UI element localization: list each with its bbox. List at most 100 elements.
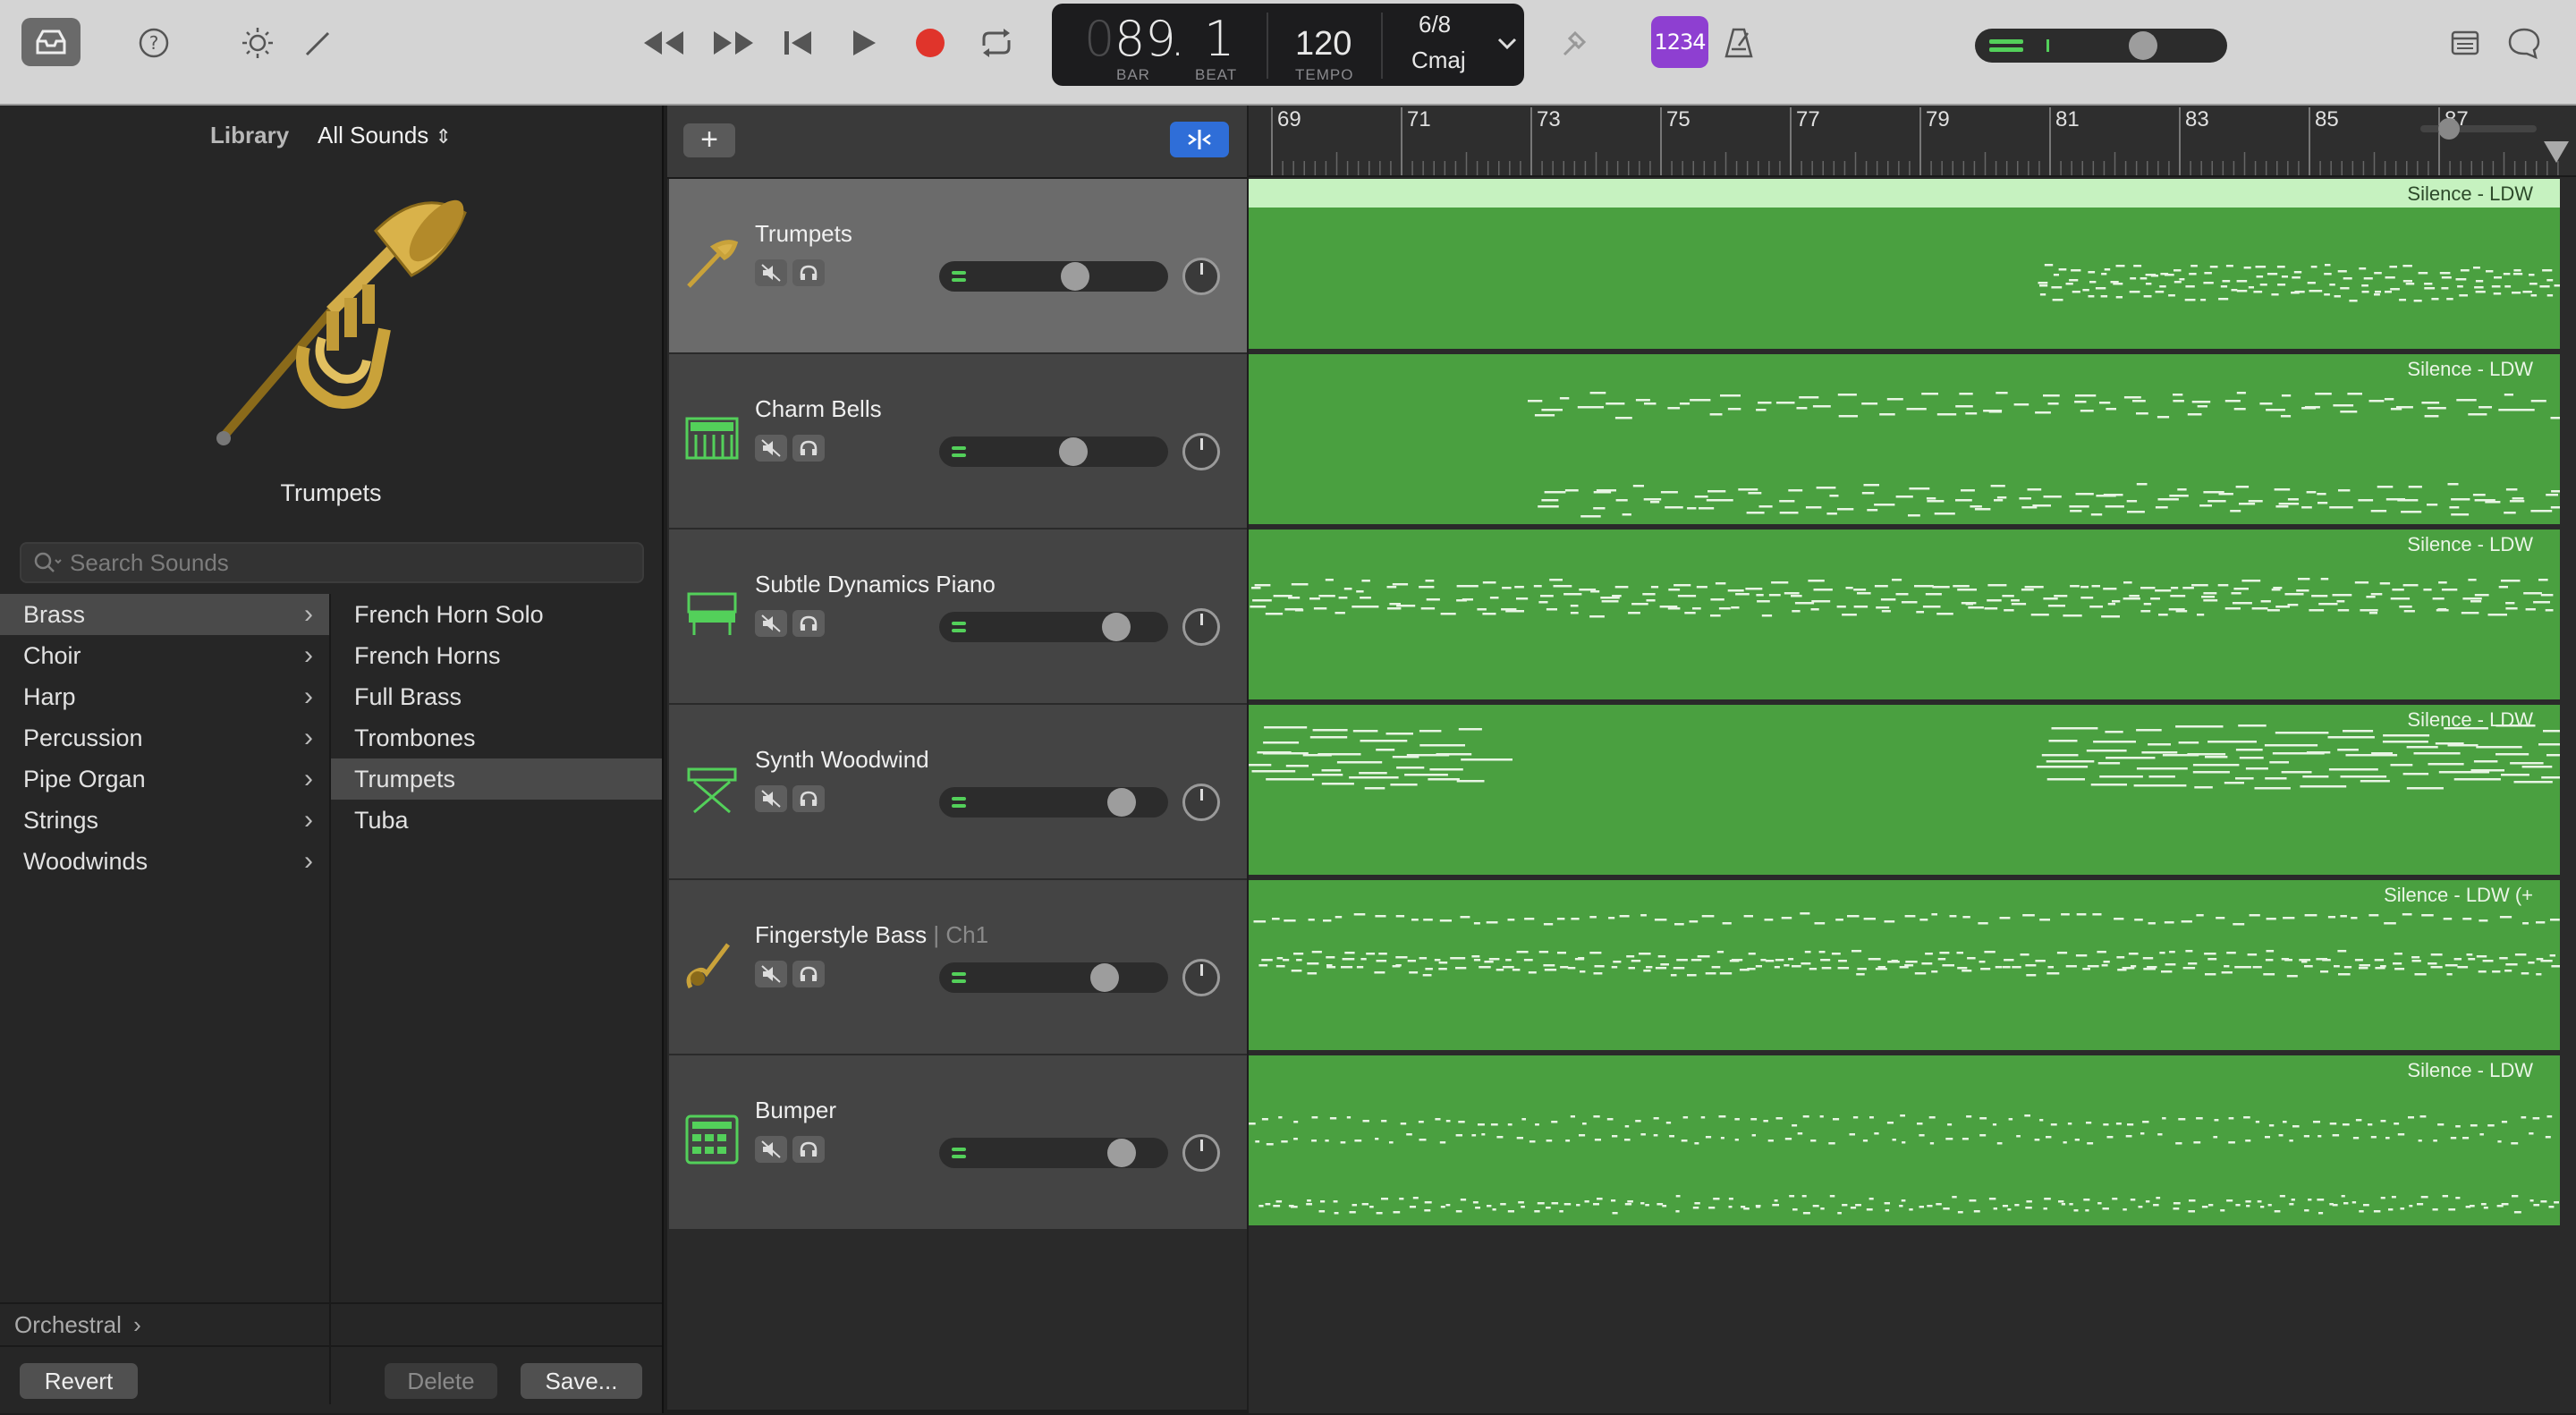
pan-knob[interactable] [1182, 608, 1220, 646]
track-header[interactable]: Subtle Dynamics Piano [669, 530, 1247, 705]
midi-notes [1249, 724, 2560, 790]
midi-region[interactable]: Silence - LDW [1249, 179, 2560, 349]
volume-slider[interactable] [939, 436, 1168, 467]
track-header[interactable]: Fingerstyle Bass | Ch1 [669, 880, 1247, 1055]
volume-knob[interactable] [1107, 1139, 1136, 1167]
tracks-area[interactable]: 69 71 73 75 77 79 81 83 85 87 Silence - LDW Silenc… [1249, 106, 2576, 1413]
headphones-icon[interactable] [792, 259, 825, 286]
track-name[interactable]: Synth Woodwind [755, 746, 929, 774]
cycle-icon[interactable] [977, 25, 1016, 61]
volume-knob[interactable] [1059, 437, 1088, 466]
patch-full-brass[interactable]: Full Brass [331, 676, 662, 717]
category-harp[interactable]: Harp › [0, 676, 329, 717]
master-volume-slider[interactable] [1975, 29, 2227, 63]
save-button[interactable]: Save... [521, 1363, 642, 1399]
library-sound-selector[interactable]: All Sounds [318, 122, 428, 148]
patch-tuba[interactable]: Tuba [331, 800, 662, 841]
mute-button[interactable] [755, 1136, 787, 1163]
mute-button[interactable] [755, 435, 787, 462]
volume-slider[interactable] [939, 962, 1168, 993]
pan-knob[interactable] [1182, 959, 1220, 996]
volume-slider[interactable] [939, 261, 1168, 292]
selector-updown-icon[interactable]: ⇕ [436, 125, 452, 148]
go-to-start-icon[interactable] [780, 25, 816, 61]
rewind-icon[interactable] [640, 25, 687, 61]
notepad-icon[interactable] [2447, 25, 2483, 61]
delete-button[interactable]: Delete [385, 1363, 497, 1399]
category-strings[interactable]: Strings › [0, 800, 329, 841]
mute-button[interactable] [755, 785, 787, 812]
library-path[interactable]: Orchestral › [0, 1302, 662, 1343]
headphones-icon[interactable] [792, 610, 825, 637]
patch-french-horns[interactable]: French Horns [331, 635, 662, 676]
headphones-icon[interactable] [792, 961, 825, 987]
play-icon[interactable] [846, 25, 882, 61]
headphones-icon[interactable] [792, 435, 825, 462]
count-in-icon[interactable]: 1234 [1651, 16, 1708, 68]
tuner-icon[interactable] [1556, 25, 1592, 61]
brightness-icon[interactable] [240, 25, 275, 61]
chevron-right-icon: › [304, 805, 313, 835]
midi-region[interactable]: Silence - LDW [1249, 705, 2560, 875]
patch-trumpets[interactable]: Trumpets [331, 758, 662, 800]
track-name[interactable]: Trumpets [755, 220, 852, 248]
patch-list: French Horn Solo French Horns Full Brass… [331, 594, 662, 841]
catch-playhead-icon[interactable] [1170, 122, 1229, 157]
volume-knob[interactable] [1061, 262, 1089, 291]
volume-slider[interactable] [939, 787, 1168, 818]
midi-notes [1253, 912, 2560, 978]
mute-button[interactable] [755, 610, 787, 637]
track-header[interactable]: Charm Bells [669, 354, 1247, 530]
mute-button[interactable] [755, 259, 787, 286]
volume-knob[interactable] [1107, 788, 1136, 817]
mute-button[interactable] [755, 961, 787, 987]
track-name[interactable]: Fingerstyle Bass | Ch1 [755, 921, 988, 949]
headphones-icon[interactable] [792, 785, 825, 812]
playhead-marker[interactable] [2544, 141, 2569, 163]
headphones-icon[interactable] [792, 1136, 825, 1163]
chat-icon[interactable] [2504, 25, 2544, 61]
library-inbox-icon[interactable] [21, 18, 80, 66]
pan-knob[interactable] [1182, 433, 1220, 470]
track-name[interactable]: Subtle Dynamics Piano [755, 571, 996, 598]
track-header[interactable]: Synth Woodwind [669, 705, 1247, 880]
category-list: Brass › Choir › Harp › Percussion › Pipe Org… [0, 594, 331, 1404]
category-woodwinds[interactable]: Woodwinds › [0, 841, 329, 882]
track-header[interactable]: Trumpets [669, 179, 1247, 354]
track-name[interactable]: Charm Bells [755, 395, 882, 423]
midi-region[interactable]: Silence - LDW [1249, 354, 2560, 524]
bar-ruler[interactable]: 69 71 73 75 77 79 81 83 85 87 [1249, 106, 2576, 177]
patch-trombones[interactable]: Trombones [331, 717, 662, 758]
fast-forward-icon[interactable] [710, 25, 757, 61]
midi-region[interactable]: Silence - LDW [1249, 530, 2560, 699]
category-percussion[interactable]: Percussion › [0, 717, 329, 758]
pan-knob[interactable] [1182, 784, 1220, 821]
volume-slider[interactable] [939, 1138, 1168, 1168]
pencil-icon[interactable] [301, 25, 336, 61]
library-footer: Revert Delete Save... [0, 1345, 662, 1415]
category-brass[interactable]: Brass › [0, 594, 329, 635]
midi-region[interactable]: Silence - LDW (+ [1249, 880, 2560, 1050]
lcd-display[interactable]: 0 89 . 1 BAR BEAT 120 TEMPO 6/8 Cmaj [1052, 4, 1524, 86]
pan-knob[interactable] [1182, 1134, 1220, 1172]
bar-value: 89 [1114, 11, 1176, 67]
midi-region[interactable]: Silence - LDW [1249, 1055, 2560, 1225]
add-track-button[interactable]: + [683, 123, 735, 157]
category-choir[interactable]: Choir › [0, 635, 329, 676]
help-icon[interactable]: ? [136, 25, 172, 61]
volume-knob[interactable] [1090, 963, 1119, 992]
volume-slider[interactable] [939, 612, 1168, 642]
region-name: Silence - LDW [2407, 358, 2533, 380]
search-sounds-field[interactable]: Search Sounds [20, 542, 644, 583]
record-icon[interactable] [912, 25, 948, 61]
revert-button[interactable]: Revert [20, 1363, 138, 1399]
volume-knob[interactable] [1102, 613, 1131, 641]
pan-knob[interactable] [1182, 258, 1220, 295]
metronome-icon[interactable] [1721, 25, 1757, 61]
track-header[interactable]: Bumper [669, 1055, 1247, 1231]
category-pipe-organ[interactable]: Pipe Organ › [0, 758, 329, 800]
zoom-slider[interactable] [2420, 118, 2537, 140]
lcd-chevron-down-icon[interactable] [1494, 30, 1521, 57]
track-name[interactable]: Bumper [755, 1097, 836, 1124]
patch-french-horn-solo[interactable]: French Horn Solo [331, 594, 662, 635]
